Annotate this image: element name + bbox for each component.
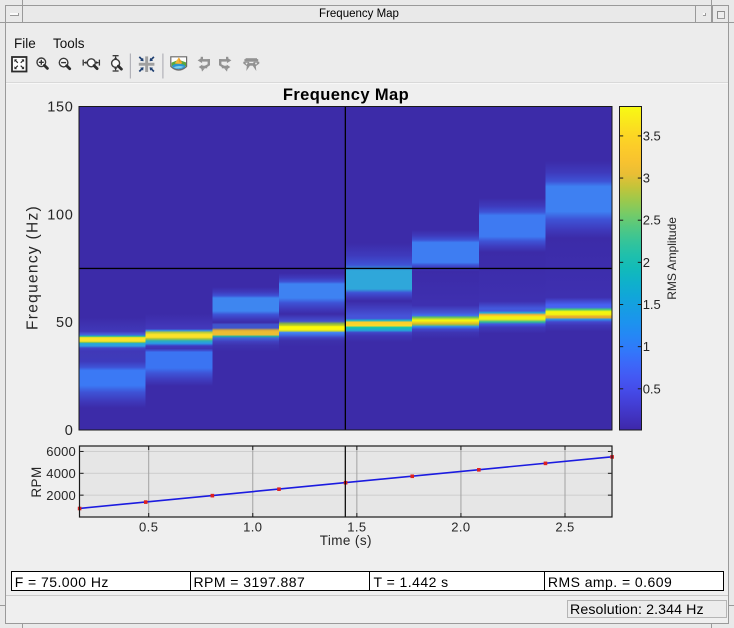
svg-text:1: 1 [643, 339, 650, 354]
svg-text:3: 3 [643, 171, 650, 186]
svg-text:0: 0 [65, 423, 74, 439]
svg-text:1.5: 1.5 [643, 297, 661, 312]
svg-text:150: 150 [47, 100, 73, 116]
svg-text:0.5: 0.5 [643, 381, 661, 396]
svg-text:RPM: RPM [29, 466, 44, 497]
svg-text:4000: 4000 [46, 466, 76, 481]
svg-text:3.5: 3.5 [643, 128, 661, 143]
svg-text:2.5: 2.5 [643, 213, 661, 228]
svg-text:Frequency Map: Frequency Map [283, 86, 409, 104]
svg-text:1.0: 1.0 [243, 520, 262, 535]
svg-text:0.5: 0.5 [139, 520, 158, 535]
svg-text:2: 2 [643, 255, 650, 270]
svg-text:50: 50 [56, 315, 74, 331]
svg-text:2.0: 2.0 [451, 520, 470, 535]
svg-text:6000: 6000 [46, 444, 76, 459]
svg-text:Frequency (Hz): Frequency (Hz) [25, 205, 42, 330]
svg-text:100: 100 [47, 207, 73, 223]
svg-text:2000: 2000 [46, 488, 76, 503]
svg-text:2.5: 2.5 [555, 520, 574, 535]
svg-text:Time (s): Time (s) [320, 533, 372, 548]
svg-text:RMS Amplitude: RMS Amplitude [665, 217, 679, 300]
